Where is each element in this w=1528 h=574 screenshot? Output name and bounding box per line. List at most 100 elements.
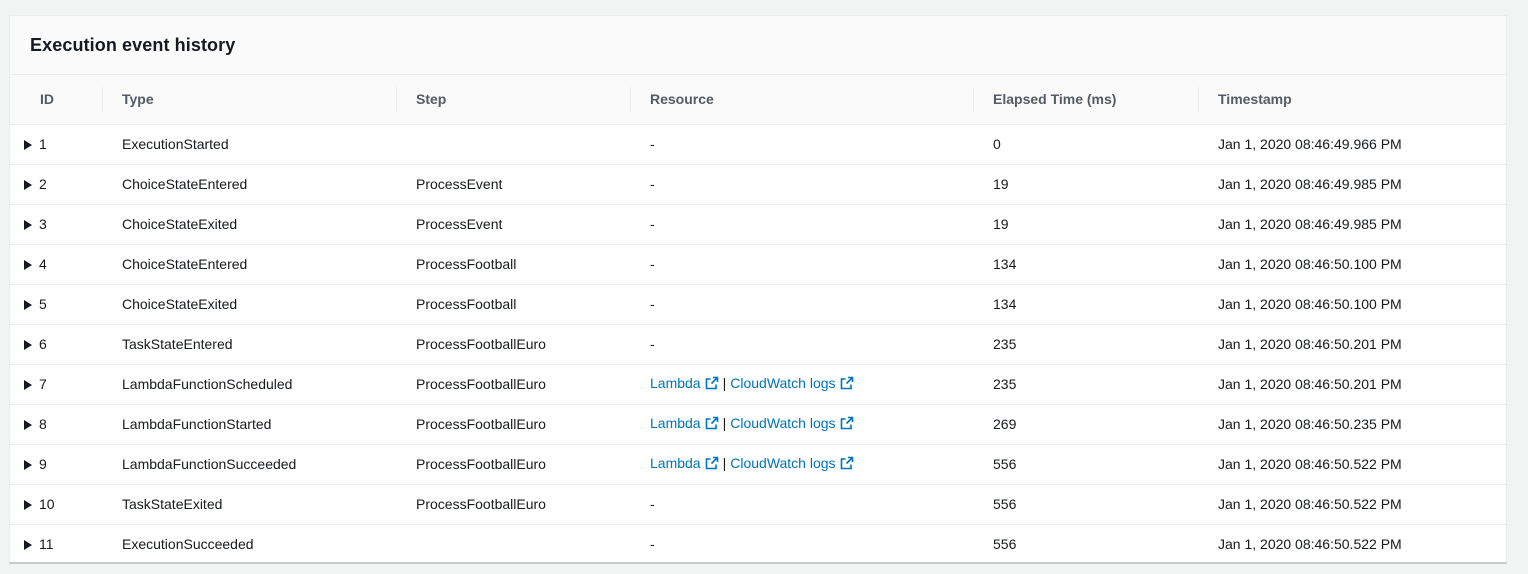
expand-caret-icon[interactable] [24,140,32,150]
event-step: ProcessFootballEuro [416,336,546,352]
elapsed-time: 556 [993,456,1017,472]
timestamp-cell: Jan 1, 2020 08:46:50.100 PM [1198,284,1506,324]
resource-value: - [650,336,655,352]
table-row[interactable]: 9 LambdaFunctionSucceeded ProcessFootballE… [10,444,1506,484]
expand-caret-icon[interactable] [24,180,32,190]
event-type: LambdaFunctionScheduled [122,376,293,392]
table-row[interactable]: 8 LambdaFunctionStarted ProcessFootballEur… [10,404,1506,444]
id-cell[interactable]: 4 [10,244,102,284]
event-step: ProcessEvent [416,216,503,232]
external-link-icon[interactable] [705,456,719,473]
resource-cell: - [630,484,973,524]
table-row[interactable]: 2 ChoiceStateEntered ProcessEvent - 19 Jan 1,… [10,164,1506,204]
resource-value: - [650,256,655,272]
event-timestamp: Jan 1, 2020 08:46:50.522 PM [1218,536,1402,552]
event-id: 2 [39,176,47,192]
type-cell: ExecutionStarted [102,124,396,164]
external-link-icon[interactable] [840,376,854,393]
expand-caret-icon[interactable] [24,540,32,550]
id-cell[interactable]: 6 [10,324,102,364]
column-header-elapsed-time[interactable]: Elapsed Time (ms) [973,75,1198,125]
id-cell[interactable]: 3 [10,204,102,244]
type-cell: LambdaFunctionSucceeded [102,444,396,484]
expand-caret-icon[interactable] [24,420,32,430]
resource-cell: - [630,324,973,364]
cloudwatch-logs-link[interactable]: CloudWatch logs [730,415,835,431]
expand-caret-icon[interactable] [24,500,32,510]
link-separator: | [722,375,727,391]
step-cell: ProcessEvent [396,204,630,244]
id-cell[interactable]: 2 [10,164,102,204]
event-history-table: ID Type Step Resource Elapsed Time (ms) … [10,75,1506,562]
elapsed-cell: 269 [973,404,1198,444]
external-link-icon[interactable] [840,456,854,473]
table-row[interactable]: 1 ExecutionStarted - 0 Jan 1, 2020 08:46:49.… [10,124,1506,164]
type-cell: TaskStateEntered [102,324,396,364]
column-header-resource[interactable]: Resource [630,75,973,125]
timestamp-cell: Jan 1, 2020 08:46:50.201 PM [1198,364,1506,404]
event-id: 3 [39,216,47,232]
resource-cell: Lambda | CloudWatch logs [630,444,973,484]
type-cell: ExecutionSucceeded [102,524,396,562]
table-row[interactable]: 7 LambdaFunctionScheduled ProcessFootballE… [10,364,1506,404]
elapsed-cell: 556 [973,524,1198,562]
column-header-id[interactable]: ID [10,75,102,125]
lambda-link[interactable]: Lambda [650,415,701,431]
cloudwatch-logs-link[interactable]: CloudWatch logs [730,375,835,391]
id-cell[interactable]: 9 [10,444,102,484]
step-cell: ProcessFootballEuro [396,324,630,364]
table-row[interactable]: 10 TaskStateExited ProcessFootballEuro - 556… [10,484,1506,524]
elapsed-cell: 235 [973,364,1198,404]
expand-caret-icon[interactable] [24,300,32,310]
resource-cell: - [630,124,973,164]
type-cell: ChoiceStateExited [102,284,396,324]
table-row[interactable]: 6 TaskStateEntered ProcessFootballEuro - 235… [10,324,1506,364]
event-type: ChoiceStateExited [122,216,238,232]
resource-value: - [650,176,655,192]
table-row[interactable]: 5 ChoiceStateExited ProcessFootball - 134 Jan… [10,284,1506,324]
lambda-link[interactable]: Lambda [650,455,701,471]
event-timestamp: Jan 1, 2020 08:46:50.201 PM [1218,336,1402,352]
lambda-link[interactable]: Lambda [650,375,701,391]
id-cell[interactable]: 7 [10,364,102,404]
event-id: 10 [39,496,55,512]
type-cell: ChoiceStateEntered [102,244,396,284]
column-header-step[interactable]: Step [396,75,630,125]
column-header-timestamp[interactable]: Timestamp [1198,75,1506,125]
table-row[interactable]: 4 ChoiceStateEntered ProcessFootball - 134 Ja… [10,244,1506,284]
event-step: ProcessEvent [416,176,503,192]
resource-cell: Lambda | CloudWatch logs [630,404,973,444]
cloudwatch-logs-link[interactable]: CloudWatch logs [730,455,835,471]
id-cell[interactable]: 8 [10,404,102,444]
id-cell[interactable]: 10 [10,484,102,524]
expand-caret-icon[interactable] [24,380,32,390]
id-cell[interactable]: 1 [10,124,102,164]
external-link-icon[interactable] [705,416,719,433]
timestamp-cell: Jan 1, 2020 08:46:49.966 PM [1198,124,1506,164]
step-cell: ProcessFootballEuro [396,364,630,404]
resource-cell: - [630,524,973,562]
elapsed-cell: 556 [973,444,1198,484]
timestamp-cell: Jan 1, 2020 08:46:49.985 PM [1198,204,1506,244]
elapsed-cell: 19 [973,164,1198,204]
table-row[interactable]: 11 ExecutionSucceeded - 556 Jan 1, 2020 08:4… [10,524,1506,562]
table-row[interactable]: 3 ChoiceStateExited ProcessEvent - 19 Jan 1, … [10,204,1506,244]
external-link-icon[interactable] [705,376,719,393]
event-timestamp: Jan 1, 2020 08:46:50.235 PM [1218,416,1402,432]
external-link-icon[interactable] [840,416,854,433]
expand-caret-icon[interactable] [24,460,32,470]
id-cell[interactable]: 11 [10,524,102,562]
type-cell: LambdaFunctionScheduled [102,364,396,404]
event-id: 8 [39,416,47,432]
event-type: ChoiceStateEntered [122,176,248,192]
expand-caret-icon[interactable] [24,260,32,270]
id-cell[interactable]: 5 [10,284,102,324]
expand-caret-icon[interactable] [24,220,32,230]
column-header-type[interactable]: Type [102,75,396,125]
panel-title: Execution event history [30,34,236,55]
event-step: ProcessFootballEuro [416,456,546,472]
elapsed-time: 235 [993,376,1017,392]
expand-caret-icon[interactable] [24,340,32,350]
execution-event-history-panel: Execution event history ID Type Step Res… [9,15,1507,564]
step-cell [396,124,630,164]
